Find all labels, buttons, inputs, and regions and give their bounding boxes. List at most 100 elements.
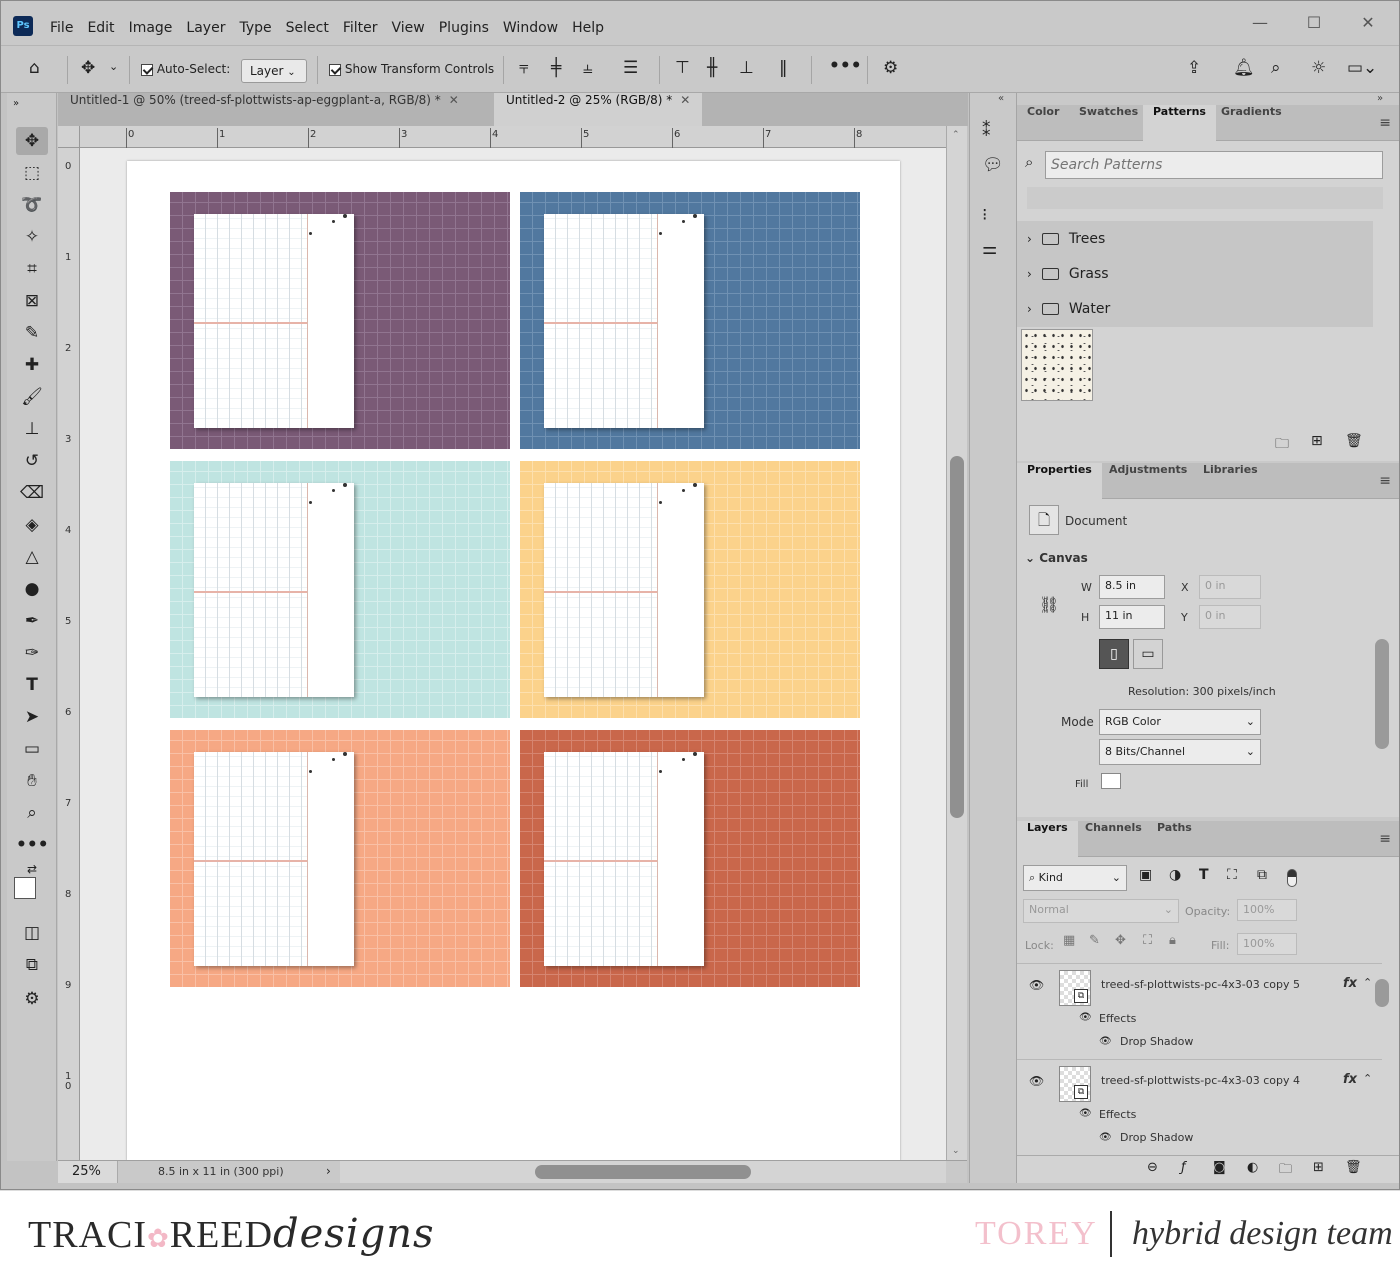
horizontal-scrollbar[interactable]	[340, 1161, 946, 1183]
eyedropper-icon[interactable]: ✎	[16, 319, 48, 347]
fx-icon[interactable]: ƒ	[1181, 1160, 1186, 1175]
effects-eye-icon[interactable]: 👁︎	[1079, 1012, 1092, 1023]
bell-icon[interactable]: 🔔︎	[1233, 58, 1255, 78]
add-mask-icon[interactable]: ◙	[1213, 1160, 1226, 1175]
close-icon[interactable]: ✕	[680, 93, 690, 107]
filter-toggle-icon[interactable]	[1287, 869, 1297, 887]
menu-window[interactable]: Window	[496, 15, 565, 41]
dodge-tool-icon[interactable]: ●	[16, 575, 48, 603]
pocket-card-yellow[interactable]	[520, 461, 860, 718]
panel-menu-icon[interactable]: ≡	[1379, 831, 1391, 847]
lock-all-icon[interactable]: 🔒︎	[1169, 933, 1176, 948]
pocket-card-blue[interactable]	[520, 192, 860, 449]
effect-eye-icon[interactable]: 👁︎	[1099, 1132, 1112, 1143]
canvas-section[interactable]: ⌄ Canvas	[1025, 551, 1088, 565]
new-group-icon[interactable]: 🗀︎	[1279, 1160, 1292, 1182]
menu-help[interactable]: Help	[565, 15, 611, 41]
panel-menu-icon[interactable]: ≡	[1379, 473, 1391, 489]
zoom-tool-icon[interactable]: ⌕	[16, 799, 48, 827]
foreground-color-swatch[interactable]	[14, 877, 36, 899]
fx-icon[interactable]: fx	[1343, 976, 1357, 991]
tab-layers[interactable]: Layers	[1017, 821, 1078, 857]
canvas-area[interactable]	[80, 148, 946, 1160]
effect-eye-icon[interactable]: 👁︎	[1099, 1036, 1112, 1047]
menu-filter[interactable]: Filter	[336, 15, 385, 41]
type-tool-icon[interactable]: T	[16, 671, 48, 699]
tab-gradients[interactable]: Gradients	[1211, 105, 1292, 141]
zoom-level[interactable]: 25%	[58, 1161, 118, 1183]
bits-select[interactable]: 8 Bits/Channel ⌄	[1099, 739, 1261, 765]
home-icon[interactable]: ⌂	[29, 58, 40, 78]
layer-row[interactable]: 👁︎ ⧉ treed-sf-plottwists-pc-4x3-03 copy 4 f…	[1017, 1059, 1382, 1153]
show-transform-checkbox[interactable]: Show Transform Controls	[329, 62, 494, 76]
lasso-tool-icon[interactable]: ➰	[16, 191, 48, 219]
minimize-button[interactable]: —	[1237, 11, 1283, 35]
fx-icon[interactable]: fx	[1343, 1072, 1357, 1087]
align-middle-icon[interactable]: ╫	[707, 58, 717, 78]
brush-settings-icon[interactable]: ⁝	[982, 205, 987, 225]
workspace-icon[interactable]: ▭⌄	[1347, 58, 1377, 78]
menu-file[interactable]: File	[43, 15, 80, 41]
chevron-up-icon[interactable]: ⌃	[1363, 1072, 1372, 1085]
auto-select-dropdown[interactable]: Layer ⌄	[241, 59, 307, 83]
pocket-card-peach[interactable]	[170, 730, 510, 987]
lock-transparency-icon[interactable]: ▦	[1063, 933, 1075, 948]
crop-tool-icon[interactable]: ⌗	[16, 255, 48, 283]
maximize-button[interactable]: ☐	[1291, 11, 1337, 35]
scrollbar-thumb[interactable]	[535, 1165, 751, 1179]
eraser-tool-icon[interactable]: ⌫	[16, 479, 48, 507]
mode-select[interactable]: RGB Color ⌄	[1099, 709, 1261, 735]
lightbulb-icon[interactable]: ☼	[1311, 58, 1326, 78]
tab-channels[interactable]: Channels	[1075, 821, 1152, 857]
visibility-eye-icon[interactable]: 👁︎	[1029, 1074, 1044, 1088]
frame-tool-icon[interactable]: ⊠	[16, 287, 48, 315]
gear-icon[interactable]: ⚙	[883, 58, 898, 78]
search-patterns-input[interactable]	[1045, 151, 1383, 179]
new-folder-icon[interactable]: 🗀︎	[1275, 433, 1289, 457]
scrollbar-thumb[interactable]	[1375, 979, 1389, 1007]
landscape-orientation-icon[interactable]: ▭	[1133, 639, 1163, 669]
vertical-scrollbar[interactable]: ⌃ ⌄	[946, 126, 967, 1160]
more-options-icon[interactable]: •••	[829, 56, 862, 76]
magic-wand-icon[interactable]: ✧	[16, 223, 48, 251]
scrollbar-thumb[interactable]	[950, 456, 964, 818]
visibility-eye-icon[interactable]: 👁︎	[1029, 978, 1044, 992]
collapse-icon[interactable]: »	[1377, 93, 1383, 104]
collapse-icon[interactable]: «	[998, 93, 1004, 104]
tab-adjustments[interactable]: Adjustments	[1099, 463, 1197, 499]
chevron-right-icon[interactable]: ›	[326, 1164, 331, 1178]
filter-kind-select[interactable]: ⌕ Kind ⌄	[1023, 865, 1127, 891]
tab-untitled-1[interactable]: Untitled-1 @ 50% (treed-sf-plottwists-ap…	[58, 93, 471, 126]
align-bottom-icon[interactable]: ⊥	[739, 58, 754, 78]
doc-info[interactable]: 8.5 in x 11 in (300 ppi)	[158, 1165, 284, 1178]
distribute-vertical-icon[interactable]: ‖	[779, 58, 788, 78]
share-icon[interactable]: ⇪	[1187, 58, 1201, 78]
filter-smart-object-icon[interactable]: ⧉	[1257, 867, 1267, 883]
move-tool-icon[interactable]: ✥	[16, 127, 48, 155]
menu-layer[interactable]: Layer	[179, 15, 232, 41]
folder-water[interactable]: › Water	[1027, 293, 1372, 325]
collapse-icon[interactable]: »	[7, 99, 57, 127]
link-layers-icon[interactable]: ⊖	[1147, 1160, 1158, 1175]
close-button[interactable]: ✕	[1345, 11, 1391, 35]
brush-tool-icon[interactable]: 🖌︎	[16, 383, 48, 411]
quick-mask-icon[interactable]: ◫	[16, 919, 48, 947]
pocket-card-eggplant[interactable]	[170, 192, 510, 449]
tab-properties[interactable]: Properties	[1017, 463, 1102, 499]
scrollbar-thumb[interactable]	[1375, 639, 1389, 749]
align-left-icon[interactable]: ⫧	[519, 58, 529, 78]
hand-tool-icon[interactable]: ✋︎	[16, 767, 48, 795]
history-brush-icon[interactable]: ↺	[16, 447, 48, 475]
rectangle-tool-icon[interactable]: ▭	[16, 735, 48, 763]
menu-type[interactable]: Type	[232, 15, 278, 41]
paint-bucket-icon[interactable]: ◈	[16, 511, 48, 539]
filter-pixel-icon[interactable]: ▣	[1139, 867, 1152, 883]
folder-grass[interactable]: › Grass	[1027, 258, 1372, 290]
x-field[interactable]: 0 in	[1199, 575, 1261, 599]
edit-toolbar-icon[interactable]: ⚙	[16, 985, 48, 1013]
blend-mode-select[interactable]: Normal ⌄	[1023, 899, 1179, 923]
panel-menu-icon[interactable]: ≡	[1379, 115, 1391, 131]
lock-artboard-icon[interactable]: ⛶	[1143, 933, 1152, 948]
close-icon[interactable]: ✕	[449, 93, 459, 107]
pen-tool-icon[interactable]: ✒	[16, 607, 48, 635]
